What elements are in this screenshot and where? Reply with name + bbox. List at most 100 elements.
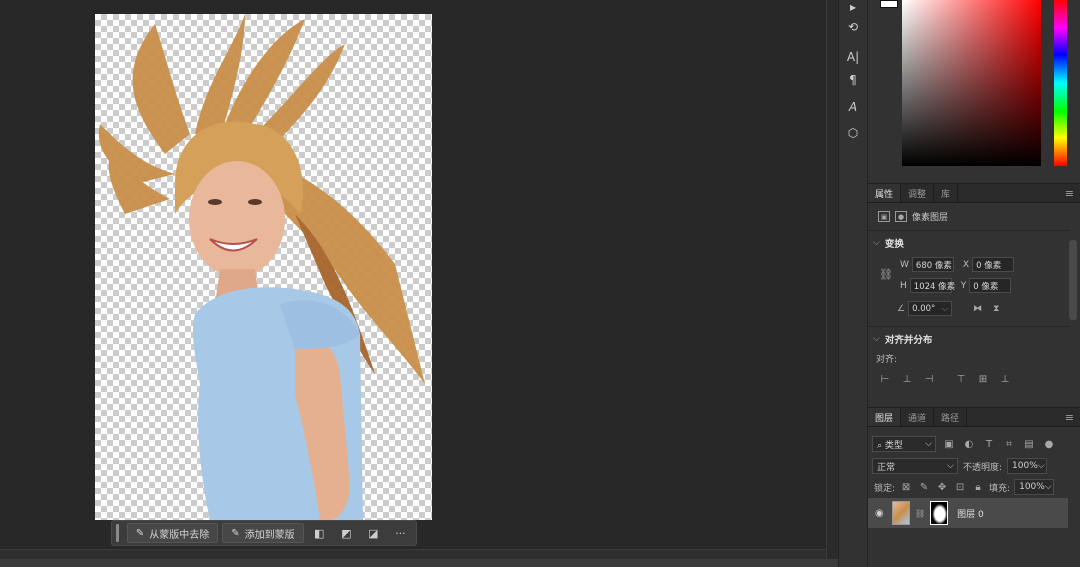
subtract-from-mask-button[interactable]: ✎ 从蒙版中去除 xyxy=(126,523,219,543)
flip-horizontal-icon[interactable]: ⧓ xyxy=(973,304,982,314)
add-to-mask-label: 添加到蒙版 xyxy=(244,529,295,541)
width-field[interactable]: 680 像素 xyxy=(911,257,954,272)
3d-icon[interactable]: ⬡ xyxy=(839,120,867,146)
foreground-color-swatch[interactable] xyxy=(880,0,898,8)
layer-filter-dropdown[interactable]: ⌕ 类型 ⌵ xyxy=(872,436,936,452)
lock-artboard-icon[interactable]: ⊡ xyxy=(953,480,967,494)
mask-settings-icon[interactable]: ◪ xyxy=(362,523,385,543)
filter-adjustment-icon[interactable]: ◐ xyxy=(962,437,976,451)
filter-toggle-icon[interactable]: ● xyxy=(1042,437,1056,451)
layer-row[interactable]: ◉ ⛓ 图层 0 xyxy=(868,498,1068,528)
contextual-task-bar: ✎ 从蒙版中去除 ✎ 添加到蒙版 ◧ ◩ ◪ ··· xyxy=(111,520,417,546)
chevron-down-icon: ⌵ xyxy=(1044,482,1052,492)
align-left-icon[interactable]: ⊢ xyxy=(878,372,892,386)
lock-transparent-icon[interactable]: ⊠ xyxy=(899,480,913,494)
history-icon[interactable]: ⟲ xyxy=(839,14,867,40)
align-center-h-icon[interactable]: ⊥ xyxy=(900,372,914,386)
mask-options-icon[interactable]: ◧ xyxy=(308,523,331,543)
chevron-down-icon: ⌵ xyxy=(873,334,880,344)
subtract-from-mask-label: 从蒙版中去除 xyxy=(149,529,210,541)
angle-icon: ∠ xyxy=(897,303,906,314)
align-header[interactable]: ⌵ 对齐并分布 xyxy=(873,332,932,346)
x-label: X xyxy=(962,259,970,270)
invert-mask-icon[interactable]: ◩ xyxy=(335,523,358,543)
width-row: W 680 像素 X 0 像素 xyxy=(880,257,1015,272)
vertical-scrollbar[interactable] xyxy=(826,0,838,559)
flip-vertical-icon[interactable]: ⧗ xyxy=(993,304,999,314)
fill-label: 填充: xyxy=(989,483,1011,494)
divider xyxy=(868,230,1070,231)
properties-tabbar: 属性 调整 库 ≡ xyxy=(868,183,1080,203)
tab-adjustments[interactable]: 调整 xyxy=(901,184,935,202)
fill-value: 100% xyxy=(1019,482,1045,492)
tab-layers[interactable]: 图层 xyxy=(868,408,902,426)
panel-menu-icon[interactable]: ≡ xyxy=(1059,184,1080,202)
blend-mode-value: 正常 xyxy=(877,462,896,473)
tab-paths[interactable]: 路径 xyxy=(934,408,968,426)
horizontal-scrollbar[interactable] xyxy=(0,549,826,559)
hue-slider[interactable] xyxy=(1054,0,1067,166)
fill-field[interactable]: 100% ⌵ xyxy=(1014,479,1055,495)
status-strip xyxy=(0,559,838,567)
filter-pixel-icon[interactable]: ▣ xyxy=(942,437,956,451)
align-right-icon[interactable]: ⊣ xyxy=(922,372,936,386)
blend-row: 正常 ⌵ 不透明度: 100% ⌵ xyxy=(872,458,1048,474)
lock-label: 锁定: xyxy=(874,483,896,494)
lock-pixels-icon[interactable]: ✎ xyxy=(917,480,931,494)
align-middle-v-icon[interactable]: ⊞ xyxy=(976,372,990,386)
mask-icon[interactable]: ● xyxy=(895,211,907,222)
angle-value: 0.00° xyxy=(912,303,936,314)
layer-name[interactable]: 图层 0 xyxy=(957,507,984,520)
mask-thumbnail[interactable] xyxy=(930,501,949,525)
blend-mode-dropdown[interactable]: 正常 ⌵ xyxy=(872,458,958,474)
panel-scrollbar-thumb[interactable] xyxy=(1069,240,1077,320)
align-bottom-icon[interactable]: ⊥ xyxy=(998,372,1012,386)
transform-header[interactable]: ⌵ 变换 xyxy=(873,236,904,250)
layer-type-row: ▣ ● 像素图层 xyxy=(878,210,948,223)
brush-icon[interactable]: ▸ xyxy=(839,0,867,14)
lock-row: 锁定: ⊠ ✎ ✥ ⊡ 🔒︎ 填充: 100% ⌵ xyxy=(874,479,1055,495)
more-options-button[interactable]: ··· xyxy=(389,523,412,543)
height-label: H xyxy=(900,280,907,291)
chevron-down-icon: ⌵ xyxy=(873,238,880,248)
filter-type-icon[interactable]: T xyxy=(982,437,996,451)
width-label: W xyxy=(900,259,909,270)
filter-shape-icon[interactable]: ⌗ xyxy=(1002,437,1016,451)
angle-field[interactable]: 0.00° ⌵ xyxy=(908,301,953,316)
align-top-icon[interactable]: ⊤ xyxy=(954,372,968,386)
search-icon: ⌕ xyxy=(877,440,883,451)
x-field[interactable]: 0 像素 xyxy=(972,257,1015,272)
saturation-value-field[interactable] xyxy=(902,0,1041,166)
layer-filter-row: ⌕ 类型 ⌵ ▣ ◐ T ⌗ ▤ ● xyxy=(872,436,1056,452)
y-field[interactable]: 0 像素 xyxy=(969,278,1012,293)
layer-filter-label: 类型 xyxy=(884,440,903,451)
height-field[interactable]: 1024 像素 xyxy=(909,278,955,293)
filter-smart-icon[interactable]: ▤ xyxy=(1022,437,1036,451)
tab-channels[interactable]: 通道 xyxy=(901,408,935,426)
tab-libraries[interactable]: 库 xyxy=(934,184,959,202)
lock-position-icon[interactable]: ✥ xyxy=(935,480,949,494)
brush-icon: ✎ xyxy=(135,527,145,539)
chevron-down-icon: ⌵ xyxy=(925,439,932,449)
layers-tabbar: 图层 通道 路径 ≡ xyxy=(868,407,1080,427)
panel-icon-column: ▸ ⟲ A| ¶ A ⬡ xyxy=(838,0,868,567)
photo-subject xyxy=(98,14,425,520)
document-canvas[interactable] xyxy=(95,14,432,520)
paragraph-icon[interactable]: ¶ xyxy=(839,70,867,90)
tab-properties[interactable]: 属性 xyxy=(868,184,902,202)
link-icon[interactable]: ⛓ xyxy=(915,509,925,518)
layer-thumbnail[interactable] xyxy=(892,501,910,525)
add-to-mask-button[interactable]: ✎ 添加到蒙版 xyxy=(222,523,304,543)
panel-menu-icon[interactable]: ≡ xyxy=(1059,408,1080,426)
align-label: 对齐: xyxy=(876,355,898,365)
height-row: H 1024 像素 Y 0 像素 xyxy=(880,278,1012,293)
character-icon[interactable]: A| xyxy=(839,44,867,70)
opacity-value: 100% xyxy=(1012,461,1038,471)
lock-all-icon[interactable]: 🔒︎ xyxy=(971,480,985,494)
chevron-down-icon: ⌵ xyxy=(1037,461,1045,471)
glyphs-icon[interactable]: A xyxy=(839,94,867,120)
eye-icon[interactable]: ◉ xyxy=(875,508,887,519)
angle-row: ∠ 0.00° ⌵ ⧓ ⧗ xyxy=(897,301,999,316)
opacity-field[interactable]: 100% ⌵ xyxy=(1007,458,1048,474)
drag-handle[interactable] xyxy=(116,524,119,542)
